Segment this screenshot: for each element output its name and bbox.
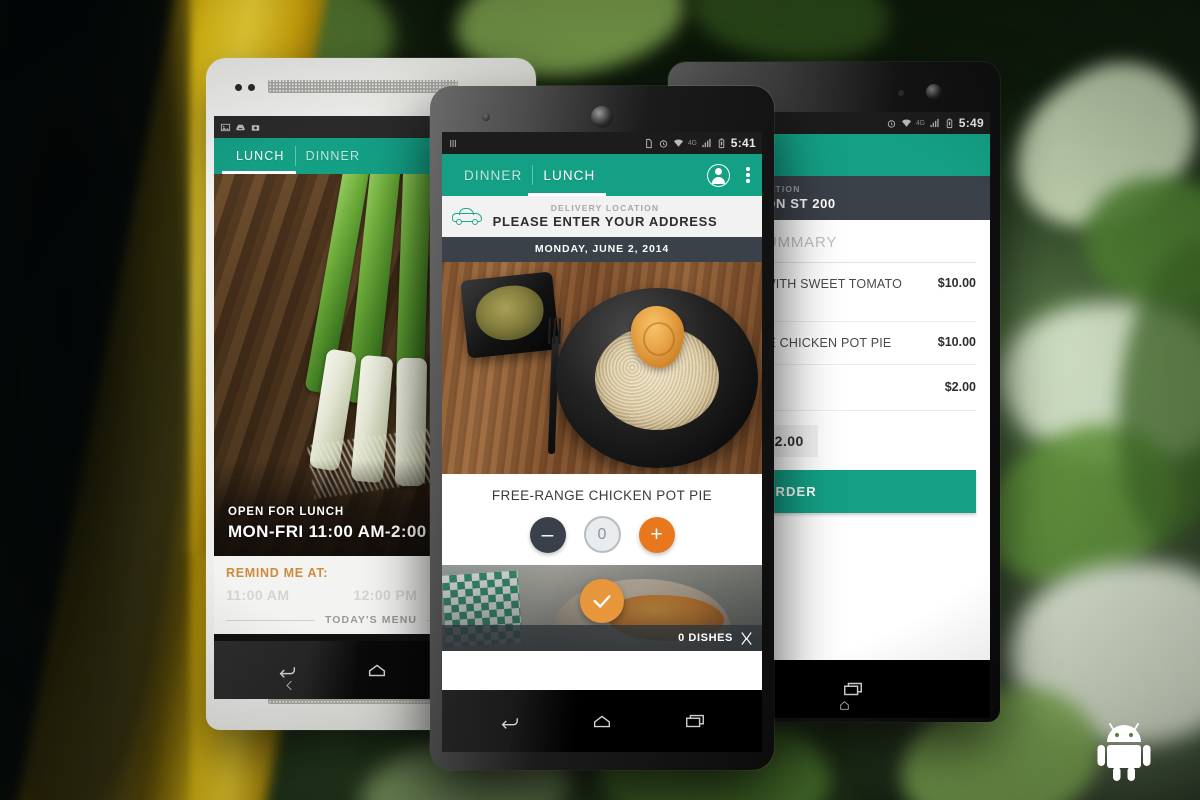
tab-dinner[interactable]: DINNER bbox=[296, 149, 371, 163]
quantity-stepper: – 0 + bbox=[442, 516, 762, 553]
download-icon bbox=[236, 124, 245, 130]
wifi-icon bbox=[901, 118, 911, 127]
earpiece-speaker-grille bbox=[268, 80, 458, 93]
back-icon[interactable] bbox=[498, 710, 520, 732]
screenshot-icon bbox=[251, 124, 260, 131]
dish-block: FREE-RANGE CHICKEN POT PIE – 0 + bbox=[442, 474, 762, 565]
home-icon[interactable] bbox=[591, 710, 613, 732]
recents-icon[interactable] bbox=[684, 710, 706, 732]
proximity-sensor bbox=[482, 113, 490, 121]
tab-dinner[interactable]: DINNER bbox=[454, 168, 532, 183]
delivery-address-value: PLEASE ENTER YOUR ADDRESS bbox=[492, 214, 718, 229]
screenshot-scene: LUNCH DINNER OPEN FOR LUNCH MON-FRI 11:0… bbox=[0, 0, 1200, 800]
dishes-summary-bar[interactable]: 0 DISHES bbox=[442, 625, 762, 651]
signal-icon bbox=[930, 118, 939, 127]
car-icon bbox=[452, 207, 482, 225]
date-bar: MONDAY, JUNE 2, 2014 bbox=[442, 237, 762, 262]
account-avatar-icon[interactable] bbox=[707, 163, 730, 187]
overflow-menu-icon[interactable] bbox=[746, 167, 750, 183]
network-label: 4G bbox=[687, 139, 697, 147]
black-plate bbox=[556, 288, 758, 468]
front-camera bbox=[926, 84, 942, 100]
image-icon bbox=[220, 123, 231, 131]
delivery-text: DELIVERY LOCATION PLEASE ENTER YOUR ADDR… bbox=[486, 203, 752, 229]
phone-center-appbar: DINNER LUNCH bbox=[442, 154, 762, 196]
nav-buttons bbox=[442, 690, 762, 752]
dish-name: FREE-RANGE CHICKEN POT PIE bbox=[491, 488, 713, 503]
remind-time-option[interactable]: 11:00 AM bbox=[226, 587, 289, 603]
status-time: 5:41 bbox=[730, 136, 756, 150]
battery-icon bbox=[946, 117, 953, 128]
tab-lunch[interactable]: LUNCH bbox=[226, 149, 295, 163]
check-icon bbox=[593, 595, 611, 608]
delivery-location-label: DELIVERY LOCATION bbox=[550, 203, 660, 213]
phone-center-navbar bbox=[442, 690, 762, 752]
front-camera bbox=[591, 106, 613, 128]
network-label: 4G bbox=[915, 119, 925, 127]
status-time: 5:49 bbox=[958, 116, 984, 130]
increment-button[interactable]: + bbox=[638, 516, 675, 553]
phone-center-statusbar: 4G 5:41 bbox=[442, 132, 762, 154]
battery-icon bbox=[718, 137, 725, 148]
remind-time-option[interactable]: 12:00 PM bbox=[353, 587, 417, 603]
phone-center-screen: 4G 5:41 DINNER LUNCH DELIVERY LOCATION P… bbox=[442, 132, 762, 690]
order-item-price: $10.00 bbox=[937, 335, 976, 349]
wifi-icon bbox=[673, 138, 683, 147]
light-sensor bbox=[248, 84, 255, 91]
phone-center-device: 4G 5:41 DINNER LUNCH DELIVERY LOCATION P… bbox=[430, 86, 774, 770]
cutlery-icon bbox=[741, 631, 752, 645]
decrement-button[interactable]: – bbox=[529, 516, 566, 553]
delivery-fee-price: $2.00 bbox=[944, 379, 976, 394]
quantity-value[interactable]: 0 bbox=[583, 516, 621, 553]
side-dish-square-plate bbox=[460, 271, 560, 359]
home-icon[interactable] bbox=[366, 659, 388, 681]
proximity-sensor bbox=[898, 90, 904, 96]
dishes-count-label: 0 DISHES bbox=[678, 632, 733, 644]
signal-icon bbox=[702, 138, 711, 147]
recents-icon[interactable] bbox=[842, 678, 864, 700]
order-item-price: $10.00 bbox=[937, 276, 976, 290]
delivery-location-bar[interactable]: DELIVERY LOCATION PLEASE ENTER YOUR ADDR… bbox=[442, 196, 762, 237]
chevron-left-icon[interactable] bbox=[282, 678, 297, 693]
menu-grid-icon bbox=[450, 139, 456, 147]
todays-menu-label[interactable]: TODAY'S MENU bbox=[325, 614, 417, 626]
sim-icon bbox=[646, 138, 652, 148]
confirm-check-button[interactable] bbox=[580, 579, 624, 623]
next-dish-teaser[interactable]: 0 DISHES bbox=[442, 565, 762, 651]
home-soft-icon[interactable] bbox=[838, 699, 851, 712]
alarm-icon bbox=[887, 119, 895, 128]
dish-photo bbox=[442, 262, 762, 474]
divider-left bbox=[226, 619, 315, 621]
tab-lunch[interactable]: LUNCH bbox=[533, 168, 605, 183]
alarm-icon bbox=[659, 139, 667, 148]
android-robot-logo bbox=[1097, 723, 1151, 781]
dark-left-shadow bbox=[0, 0, 190, 800]
proximity-sensor bbox=[235, 84, 242, 91]
